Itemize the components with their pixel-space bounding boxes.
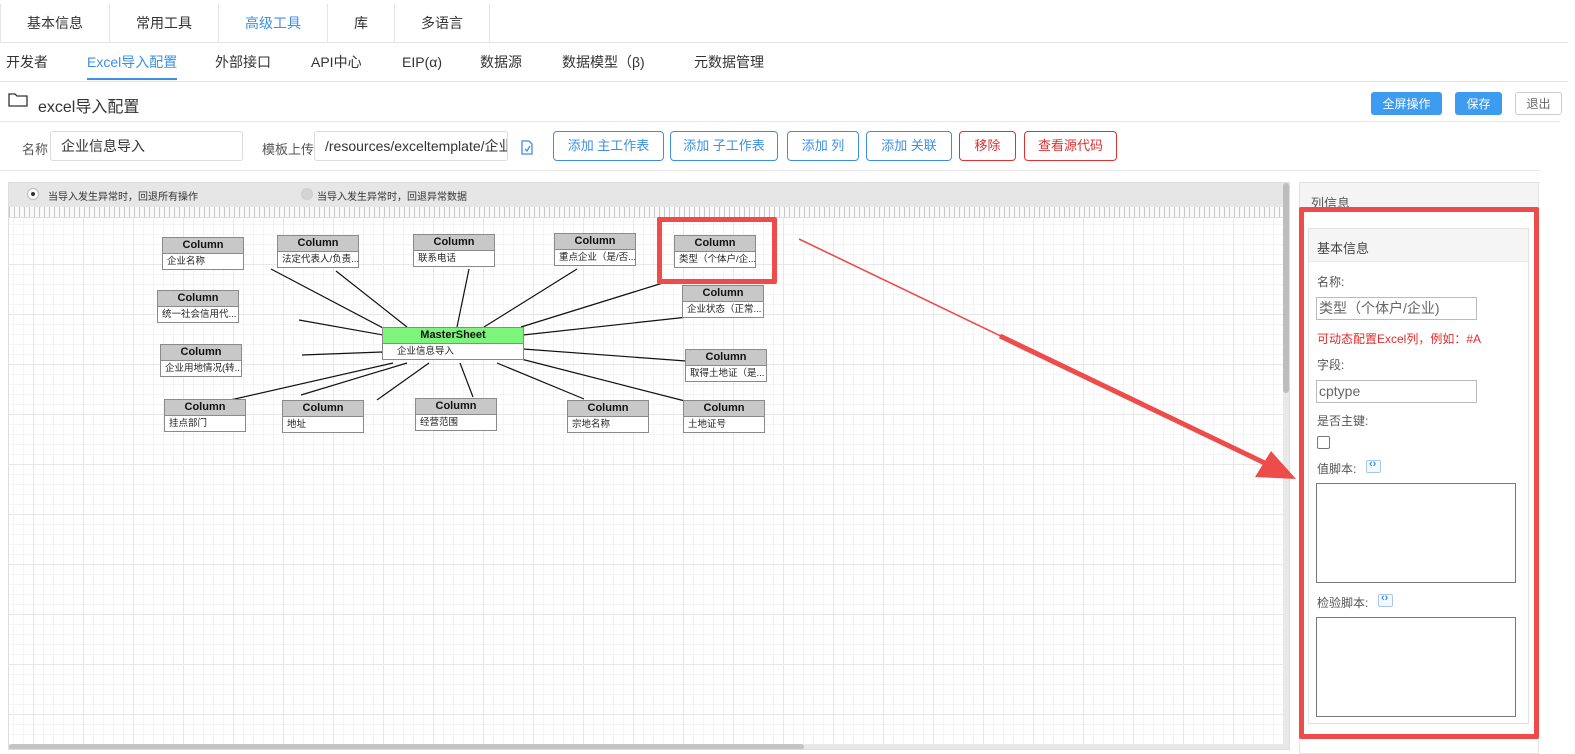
column-node[interactable]: Column 重点企业（是/否... xyxy=(554,233,636,266)
tab-multilanguage[interactable]: 多语言 xyxy=(395,4,490,42)
vertical-scrollbar-thumb[interactable] xyxy=(1283,183,1289,393)
column-node[interactable]: Column 取得土地证（是... xyxy=(685,349,767,382)
highlight-box xyxy=(1299,207,1539,739)
name-input[interactable]: 企业信息导入 xyxy=(50,131,243,161)
node-label: 法定代表人/负责... xyxy=(282,254,358,265)
add-column-button[interactable]: 添加 列 xyxy=(787,131,859,161)
top-tab-bar: 基本信息 常用工具 高级工具 库 多语言 xyxy=(0,4,1568,43)
exit-button[interactable]: 退出 xyxy=(1515,92,1562,115)
add-main-sheet-button[interactable]: 添加 主工作表 xyxy=(553,131,664,161)
node-header: Column xyxy=(165,400,245,416)
node-label: 企业状态（正常... xyxy=(687,304,762,315)
node-header: Column xyxy=(555,234,635,250)
node-label: 挂点部门 xyxy=(169,418,208,429)
name-label: 名称 xyxy=(22,142,49,157)
tab-data-model[interactable]: 数据模型（β) xyxy=(562,44,645,80)
divider xyxy=(0,121,1560,122)
master-sheet-node[interactable]: MasterSheet 企业信息导入 xyxy=(382,327,524,360)
column-node[interactable]: Column 宗地名称 xyxy=(567,400,649,433)
column-node[interactable]: Column 企业用地情况(转... xyxy=(160,344,242,377)
template-path-input[interactable]: /resources/exceltemplate/企业 xyxy=(314,131,508,161)
node-label: 联系电话 xyxy=(418,253,457,264)
node-header: Column xyxy=(158,291,238,307)
node-header: Column xyxy=(568,401,648,417)
node-label: 企业用地情况(转... xyxy=(165,363,241,374)
tab-api-center[interactable]: API中心 xyxy=(311,44,362,80)
fullscreen-button[interactable]: 全屏操作 xyxy=(1371,92,1442,115)
column-node[interactable]: Column 挂点部门 xyxy=(164,399,246,432)
remove-button[interactable]: 移除 xyxy=(959,131,1016,161)
upload-file-icon[interactable] xyxy=(519,138,535,156)
node-header: Column xyxy=(416,399,496,415)
node-label: 地址 xyxy=(287,419,307,430)
column-node[interactable]: Column 法定代表人/负责... xyxy=(277,235,359,268)
column-node[interactable]: Column 企业名称 xyxy=(162,237,244,270)
folder-icon xyxy=(8,93,28,107)
column-node[interactable]: Column 企业状态（正常... xyxy=(682,285,764,318)
node-header: Column xyxy=(684,401,764,417)
node-header: Column xyxy=(283,401,363,417)
column-node[interactable]: Column 经营范围 xyxy=(415,398,497,431)
node-label: 经营范围 xyxy=(420,417,459,428)
divider xyxy=(0,170,1540,171)
column-node[interactable]: Column 土地证号 xyxy=(683,400,765,433)
column-node[interactable]: Column 地址 xyxy=(282,400,364,433)
tab-external-interface[interactable]: 外部接口 xyxy=(215,44,271,80)
node-header: Column xyxy=(278,236,358,252)
tab-basic-info[interactable]: 基本信息 xyxy=(0,4,110,42)
view-source-button[interactable]: 查看源代码 xyxy=(1024,131,1117,161)
tab-developer[interactable]: 开发者 xyxy=(6,44,48,80)
node-label: 取得土地证（是... xyxy=(690,368,765,379)
column-node[interactable]: Column 统一社会信用代... xyxy=(157,290,239,323)
node-header: Column xyxy=(686,350,766,366)
add-relation-button[interactable]: 添加 关联 xyxy=(866,131,952,161)
node-label: 企业名称 xyxy=(167,256,206,267)
tab-common-tools[interactable]: 常用工具 xyxy=(110,4,219,42)
column-node[interactable]: Column 联系电话 xyxy=(413,234,495,267)
node-header: Column xyxy=(161,345,241,361)
save-button[interactable]: 保存 xyxy=(1455,92,1502,115)
node-header: Column xyxy=(414,235,494,251)
node-label: 宗地名称 xyxy=(572,419,611,430)
tab-excel-import-config[interactable]: Excel导入配置 xyxy=(87,44,178,80)
highlight-box xyxy=(657,217,777,284)
node-header: Column xyxy=(163,238,243,254)
tab-eip[interactable]: EIP(α) xyxy=(402,44,442,80)
template-upload-label: 模板上传 xyxy=(262,142,315,157)
node-header: MasterSheet xyxy=(383,328,523,344)
node-label: 土地证号 xyxy=(688,419,727,430)
tab-datasource[interactable]: 数据源 xyxy=(480,44,522,80)
tab-metadata-management[interactable]: 元数据管理 xyxy=(694,44,764,80)
diagram-canvas[interactable]: 当导入发生异常时，回退所有操作 当导入发生异常时，回退异常数据 MasterSh… xyxy=(8,182,1290,750)
tab-library[interactable]: 库 xyxy=(328,4,395,42)
node-label: 统一社会信用代... xyxy=(162,309,237,320)
tab-advanced-tools[interactable]: 高级工具 xyxy=(219,4,328,42)
add-sub-sheet-button[interactable]: 添加 子工作表 xyxy=(670,131,778,161)
page-title: excel导入配置 xyxy=(38,99,140,116)
node-header: Column xyxy=(683,286,763,302)
node-label: 企业信息导入 xyxy=(397,346,455,357)
node-label: 重点企业（是/否... xyxy=(559,252,635,263)
sub-tab-bar: 开发者 Excel导入配置 外部接口 API中心 EIP(α) 数据源 数据模型… xyxy=(0,44,1568,82)
horizontal-scrollbar-thumb[interactable] xyxy=(9,744,804,749)
